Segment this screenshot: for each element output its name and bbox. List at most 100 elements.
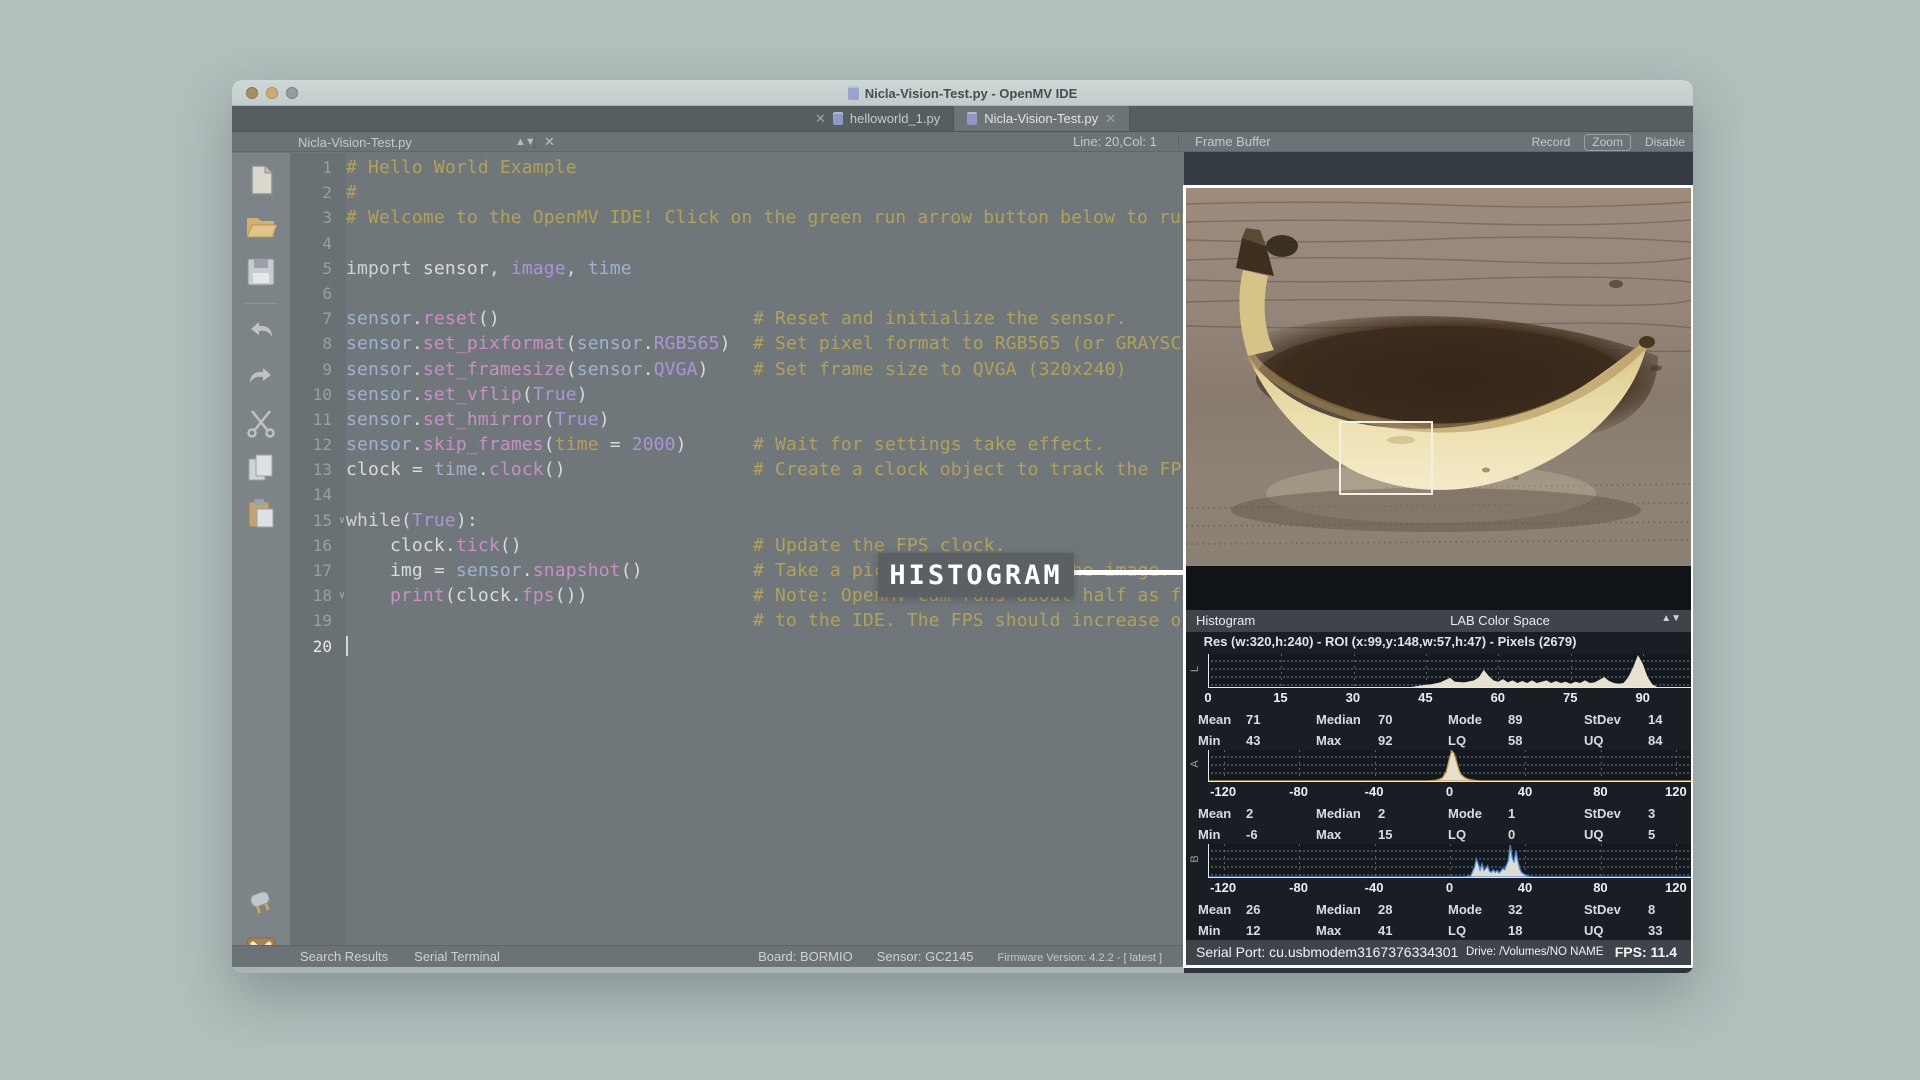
axis-ticks-l: 0153045607590: [1208, 690, 1691, 708]
code-token: # Welcome to the OpenMV IDE! Click on th…: [346, 207, 1324, 228]
close-tab-icon[interactable]: ✕: [1105, 111, 1116, 127]
tick-label: 90: [1635, 690, 1649, 705]
stat-value: 41: [1378, 923, 1392, 938]
code-token: sensor: [346, 359, 412, 380]
code-token: =: [401, 459, 434, 480]
serial-port-label: Serial Port: cu.usbmodem3167376334301: [1196, 944, 1458, 960]
stat-label: Min: [1198, 923, 1220, 938]
code-token: while: [346, 510, 401, 531]
tick-label: 120: [1665, 784, 1687, 799]
code-token: image: [511, 258, 566, 279]
open-file-icon[interactable]: [244, 209, 278, 243]
stat-label: UQ: [1584, 923, 1604, 938]
close-tab-icon[interactable]: ✕: [815, 111, 826, 127]
code-token: set_pixformat: [423, 333, 566, 354]
fps-label: FPS: 11.4: [1615, 944, 1677, 960]
editor-tab[interactable]: ✕ helloworld_1.py: [802, 106, 954, 131]
new-file-icon[interactable]: [244, 163, 278, 197]
sensor-status: Sensor: GC2145: [877, 949, 974, 964]
roi-rectangle[interactable]: [1339, 421, 1433, 495]
stat-label: LQ: [1448, 827, 1466, 842]
line-number: 2: [290, 180, 346, 205]
stat-label: Max: [1316, 733, 1341, 748]
code-token: (: [445, 585, 456, 606]
tick-label: 80: [1593, 880, 1607, 895]
code-token: sensor: [456, 560, 522, 581]
frame-buffer-image[interactable]: [1186, 188, 1691, 566]
code-token: time: [588, 258, 632, 279]
line-number: 3: [290, 205, 346, 230]
record-button[interactable]: Record: [1532, 135, 1571, 149]
status-bar-item-search-results[interactable]: Search Results: [300, 949, 388, 964]
line-number: 6: [290, 281, 346, 306]
title-bar: Nicla-Vision-Test.py - OpenMV IDE: [232, 80, 1693, 106]
code-token: img =: [346, 560, 456, 581]
channel-label-b: B: [1189, 849, 1201, 869]
code-token: [346, 585, 390, 606]
code-token: True: [555, 409, 599, 430]
line-number: 15∨: [290, 508, 346, 533]
close-document-icon[interactable]: ✕: [544, 134, 555, 150]
stat-value: 3: [1648, 806, 1655, 821]
tab-label: Nicla-Vision-Test.py: [984, 111, 1098, 126]
line-number: 5: [290, 256, 346, 281]
stat-label: Median: [1316, 902, 1361, 917]
stat-value: 14: [1648, 712, 1662, 727]
stat-label: Min: [1198, 827, 1220, 842]
stat-label: Mode: [1448, 806, 1482, 821]
line-number: 9: [290, 357, 346, 382]
redo-icon[interactable]: [244, 359, 278, 393]
line-number: 11: [290, 407, 346, 432]
tab-label: helloworld_1.py: [850, 111, 940, 126]
save-file-icon[interactable]: [244, 255, 278, 289]
colorspace-dropdown[interactable]: LAB Color Space: [1306, 613, 1693, 628]
stat-value: 15: [1378, 827, 1392, 842]
tour-tooltip: HISTOGRAM: [878, 553, 1074, 597]
code-token: fps: [522, 585, 555, 606]
stats-row: Min12Max41LQ18UQ33: [1186, 921, 1691, 942]
editor-toolbar: Nicla-Vision-Test.py ▲▼ ✕ Line: 20,Col: …: [232, 132, 1693, 152]
copy-icon[interactable]: [244, 451, 278, 485]
undo-icon[interactable]: [244, 313, 278, 347]
stat-value: 89: [1508, 712, 1522, 727]
code-token: .: [412, 384, 423, 405]
stat-label: UQ: [1584, 733, 1604, 748]
cut-icon[interactable]: [244, 405, 278, 439]
paste-icon[interactable]: [244, 497, 278, 531]
line-number: 1: [290, 155, 346, 180]
code-token: (: [522, 384, 533, 405]
code-token: (): [621, 560, 643, 581]
tick-label: 60: [1491, 690, 1505, 705]
stat-label: StDev: [1584, 902, 1621, 917]
code-token: sensor: [346, 384, 412, 405]
editor-tab[interactable]: Nicla-Vision-Test.py ✕: [954, 106, 1130, 131]
code-token: set_hmirror: [423, 409, 544, 430]
fold-marker-icon[interactable]: ∨: [339, 583, 345, 608]
frame-buffer-label: Frame Buffer: [1195, 134, 1271, 149]
code-token: (): [478, 308, 500, 329]
status-bar-item-serial-terminal[interactable]: Serial Terminal: [414, 949, 500, 964]
stat-value: -6: [1246, 827, 1258, 842]
code-token: time: [555, 434, 599, 455]
stat-value: 43: [1246, 733, 1260, 748]
tick-label: 45: [1418, 690, 1432, 705]
tick-label: 0: [1446, 880, 1453, 895]
frame-buffer-panel: Histogram LAB Color Space ▲▼ Res (w:320,…: [1184, 152, 1693, 973]
stat-value: 8: [1648, 902, 1655, 917]
tick-label: -40: [1365, 880, 1384, 895]
line-number: 18∨: [290, 583, 346, 608]
code-token: ):: [456, 510, 478, 531]
code-token: import: [346, 258, 423, 279]
zoom-toggle-button[interactable]: Zoom: [1584, 134, 1631, 151]
connect-icon[interactable]: [244, 885, 278, 919]
code-token: .: [412, 359, 423, 380]
disable-button[interactable]: Disable: [1645, 135, 1685, 149]
code-comment: # Reset and initialize the sensor.: [753, 306, 1127, 331]
stat-label: Mode: [1448, 712, 1482, 727]
tick-label: 30: [1346, 690, 1360, 705]
tick-label: 80: [1593, 784, 1607, 799]
histogram-plot-b: [1208, 844, 1691, 878]
open-document-selector[interactable]: Nicla-Vision-Test.py ▲▼ ✕: [298, 132, 614, 152]
code-token: sensor: [346, 333, 412, 354]
fold-marker-icon[interactable]: ∨: [339, 508, 345, 533]
